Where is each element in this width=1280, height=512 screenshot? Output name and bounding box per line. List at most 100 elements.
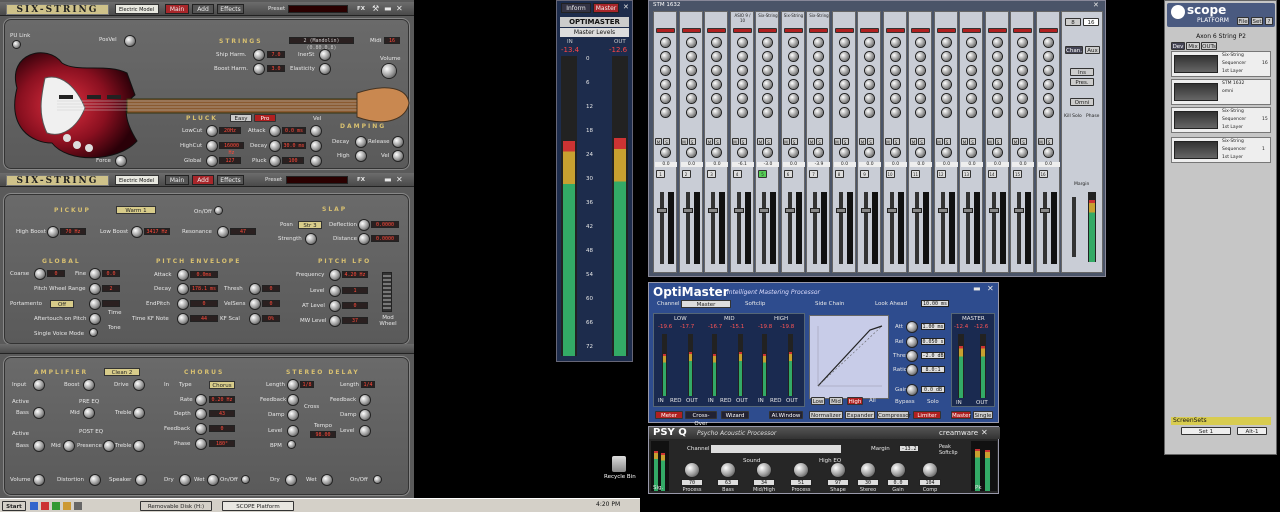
- channel-fader[interactable]: [813, 192, 817, 264]
- stereo-button[interactable]: [1013, 28, 1032, 33]
- aux-send-knob[interactable]: [661, 94, 670, 103]
- psyq-knob[interactable]: [721, 463, 735, 477]
- fader-cap[interactable]: [1014, 208, 1024, 213]
- delay-dry-knob[interactable]: [286, 475, 296, 485]
- stereo-button[interactable]: [809, 28, 828, 33]
- presence-knob[interactable]: [104, 441, 114, 451]
- psyq-knob[interactable]: [861, 463, 875, 477]
- aux-send-knob[interactable]: [686, 38, 696, 47]
- channel-fader[interactable]: [711, 192, 715, 264]
- force-knob[interactable]: [116, 156, 126, 166]
- aux-send-knob[interactable]: [712, 52, 721, 61]
- coarse-knob[interactable]: [35, 269, 45, 279]
- stereo-button[interactable]: [911, 28, 930, 33]
- pan-knob[interactable]: [890, 148, 900, 157]
- vel-knob-1[interactable]: [311, 126, 321, 136]
- aux-send-knob[interactable]: [992, 80, 1002, 89]
- post-bass-knob[interactable]: [34, 441, 44, 451]
- tab-inform[interactable]: Inform: [561, 3, 591, 13]
- channel-fader[interactable]: [1017, 192, 1021, 264]
- mute-button[interactable]: M: [731, 138, 739, 145]
- aux-send-knob[interactable]: [916, 94, 925, 103]
- pre-bass-knob[interactable]: [34, 408, 44, 418]
- fader-cap[interactable]: [810, 208, 820, 213]
- pre-treble-knob[interactable]: [134, 408, 144, 418]
- chorus-dry-knob[interactable]: [180, 475, 190, 485]
- channel-fader[interactable]: [915, 192, 919, 264]
- lowcut-knob[interactable]: [207, 126, 217, 136]
- aux-send-knob[interactable]: [1043, 38, 1053, 47]
- aux-send-knob[interactable]: [686, 108, 696, 117]
- aux-send-knob[interactable]: [916, 52, 925, 61]
- solo-button[interactable]: S: [918, 138, 925, 145]
- aux-send-knob[interactable]: [890, 108, 900, 117]
- mute-button[interactable]: M: [1037, 138, 1045, 145]
- aux-send-knob[interactable]: [1018, 80, 1027, 89]
- mod-wheel-slider[interactable]: [382, 272, 392, 312]
- limiter-tab[interactable]: Limiter: [913, 411, 941, 419]
- solo-button[interactable]: S: [841, 138, 849, 145]
- aux-button[interactable]: Aux: [1085, 46, 1100, 54]
- tab-main[interactable]: Main: [165, 4, 189, 14]
- delay-feedback-knob[interactable]: [288, 395, 298, 405]
- aux-send-knob[interactable]: [941, 108, 951, 117]
- psyq-knob[interactable]: [685, 463, 699, 477]
- aux-send-knob[interactable]: [814, 66, 823, 75]
- aux-send-knob[interactable]: [839, 66, 849, 75]
- aux-send-knob[interactable]: [1043, 66, 1053, 75]
- minimize-icon[interactable]: ▬: [384, 4, 392, 13]
- easy-button[interactable]: Easy: [230, 114, 252, 122]
- strip-number[interactable]: 7: [809, 170, 818, 178]
- elasticity-knob[interactable]: [320, 64, 330, 74]
- mute-button[interactable]: M: [986, 138, 994, 145]
- channel-fader[interactable]: [736, 192, 741, 264]
- normalizer-tab[interactable]: Normalizer: [809, 411, 843, 419]
- high-boost-knob[interactable]: [48, 227, 58, 237]
- aux-send-knob[interactable]: [1018, 94, 1027, 103]
- aux-send-knob[interactable]: [788, 108, 798, 117]
- aux-send-knob[interactable]: [967, 66, 976, 75]
- tab-add[interactable]: Add: [192, 4, 214, 14]
- solo-button[interactable]: S: [739, 138, 747, 145]
- damp-knob[interactable]: [288, 410, 298, 420]
- aux-send-knob[interactable]: [992, 38, 1002, 47]
- aux-send-knob[interactable]: [788, 66, 798, 75]
- stereo-button[interactable]: [758, 28, 777, 33]
- alt-1-button[interactable]: Alt-1: [1237, 427, 1267, 435]
- aux-send-knob[interactable]: [763, 66, 772, 75]
- aux-send-knob[interactable]: [814, 94, 823, 103]
- highcut-knob[interactable]: [207, 141, 217, 151]
- delay-wet-knob[interactable]: [322, 475, 332, 485]
- pre-mid-knob[interactable]: [84, 408, 94, 418]
- file-menu[interactable]: File: [1237, 17, 1249, 25]
- psyq-channel-field[interactable]: [711, 445, 841, 453]
- wrench-icon[interactable]: ⚒: [372, 4, 379, 13]
- compressor-tab[interactable]: Compressor: [877, 411, 911, 419]
- aux-send-knob[interactable]: [686, 66, 696, 75]
- stereo-button[interactable]: [987, 28, 1007, 33]
- aux-send-knob[interactable]: [967, 38, 976, 47]
- look-ahead-value[interactable]: 10.00 ms: [921, 300, 949, 307]
- stereo-button[interactable]: [834, 28, 854, 33]
- channel-select[interactable]: Master: [681, 300, 731, 308]
- mute-button[interactable]: M: [655, 138, 662, 145]
- strip-number[interactable]: 11: [911, 170, 920, 178]
- delay-level2-knob[interactable]: [360, 426, 370, 436]
- fader-cap[interactable]: [937, 208, 948, 213]
- fader-cap[interactable]: [784, 208, 795, 213]
- aux-send-knob[interactable]: [737, 66, 747, 75]
- vel-knob-2[interactable]: [311, 141, 321, 151]
- distortion-knob[interactable]: [90, 475, 100, 485]
- aux-send-knob[interactable]: [737, 52, 747, 61]
- aux-send-knob[interactable]: [916, 66, 925, 75]
- strip-number[interactable]: 4: [732, 170, 742, 178]
- psyq-knob[interactable]: [831, 463, 845, 477]
- pan-knob[interactable]: [967, 148, 976, 157]
- lfo-level-knob[interactable]: [330, 286, 340, 296]
- strip-number[interactable]: 12: [936, 170, 946, 178]
- ie-icon[interactable]: [30, 502, 38, 510]
- aux-send-knob[interactable]: [839, 52, 849, 61]
- global-knob[interactable]: [207, 156, 217, 166]
- portamento-select[interactable]: Off: [50, 300, 74, 308]
- tab-master[interactable]: Master: [593, 3, 619, 13]
